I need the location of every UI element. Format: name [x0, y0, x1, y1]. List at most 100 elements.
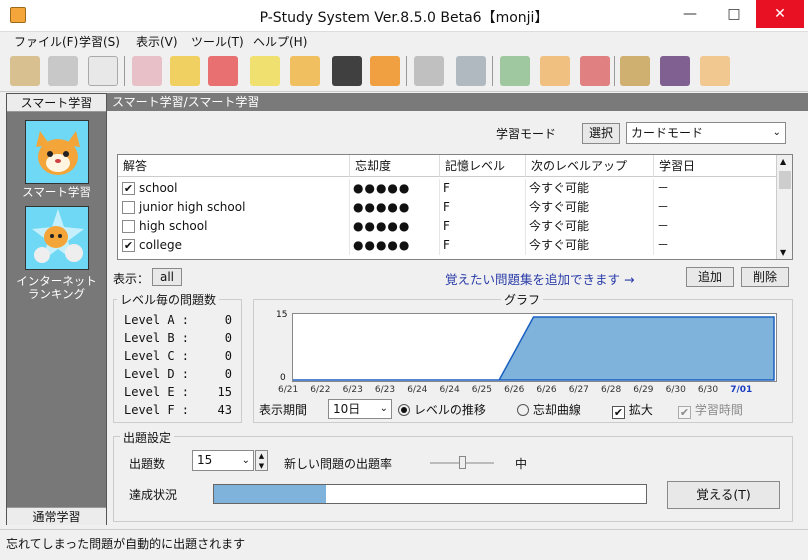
display-filter-button[interactable]: all [152, 268, 182, 286]
study-mode-value: カードモード [631, 126, 704, 140]
tool-a-icon[interactable] [10, 56, 40, 86]
column-header-level[interactable]: 記憶レベル [440, 155, 526, 177]
checkmark-icon: ✔ [123, 182, 134, 195]
study-mode-dropdown[interactable]: カードモード ⌄ [626, 122, 786, 144]
level-e-row: Level E :15 [124, 385, 232, 399]
level-a-row: Level A :0 [124, 313, 232, 327]
area-series [293, 316, 775, 381]
x-tick-label: 6/30 [665, 385, 686, 395]
minimize-button[interactable]: — [668, 0, 712, 28]
row-checkbox[interactable] [122, 201, 135, 214]
sidebar: スマート学習 スマート学習 インターネット ランキング 通常学習 [6, 93, 107, 525]
tool-g-icon[interactable] [250, 56, 280, 86]
progress-label: 達成状況 [129, 488, 178, 502]
checkmark-icon: ✔ [678, 406, 691, 419]
menu-file[interactable]: ファイル(F) [14, 33, 78, 50]
tool-m-icon[interactable] [500, 56, 530, 86]
column-header-answer[interactable]: 解答 [118, 155, 350, 177]
row-checkbox[interactable] [122, 220, 135, 233]
sidebar-item-smart-study[interactable]: スマート学習 [7, 185, 106, 199]
sidebar-header[interactable]: スマート学習 [7, 94, 106, 112]
column-header-next-level[interactable]: 次のレベルアップ [526, 155, 654, 177]
zoom-checkbox[interactable]: ✔ 拡大 [612, 401, 653, 419]
new-rate-value: 中 [515, 457, 528, 471]
tool-j-icon[interactable] [370, 56, 400, 86]
maximize-button[interactable]: □ [712, 0, 756, 28]
scroll-down-icon[interactable]: ▼ [780, 248, 786, 257]
question-count-dropdown[interactable]: 15 ⌄ [192, 450, 254, 471]
sidebar-item-ranking-line1[interactable]: インターネット [7, 274, 106, 288]
tool-f-icon[interactable] [208, 56, 238, 86]
table-row[interactable]: ✔ school ●●●●● F 今すぐ可能 － [118, 179, 778, 198]
checkmark-icon: ✔ [123, 239, 134, 252]
x-tick-label: 6/28 [601, 385, 622, 395]
table-row[interactable]: ✔ college ●●●●● F 今すぐ可能 － [118, 236, 778, 255]
remove-button[interactable]: 削除 [741, 267, 789, 287]
table-scrollbar[interactable]: ▲ ▼ [776, 155, 792, 259]
status-bar: 忘れてしまった問題が自動的に出題されます [0, 529, 808, 560]
close-button[interactable]: ✕ [756, 0, 804, 28]
scroll-up-icon[interactable]: ▲ [780, 157, 786, 166]
radio-forget-curve[interactable]: 忘却曲線 [517, 401, 581, 418]
tool-c-icon[interactable] [88, 56, 118, 86]
smart-study-mascot-icon[interactable] [25, 120, 89, 184]
column-header-forget[interactable]: 忘却度 [350, 155, 440, 177]
question-settings-group [113, 436, 793, 522]
forget-cell: ●●●●● [350, 198, 440, 217]
tool-r-icon[interactable] [700, 56, 730, 86]
menu-study[interactable]: 学習(S) [79, 33, 120, 50]
sidebar-footer-normal-study[interactable]: 通常学習 [7, 507, 106, 525]
tool-e-icon[interactable] [170, 56, 200, 86]
radio-empty-icon [517, 404, 529, 416]
table-row[interactable]: junior high school ●●●●● F 今すぐ可能 － [118, 198, 778, 217]
level-cell: F [440, 217, 526, 236]
toolbar-separator [406, 56, 407, 86]
date-cell: － [654, 217, 778, 236]
column-header-study-date[interactable]: 学習日 [654, 155, 778, 177]
menu-view[interactable]: 表示(V) [136, 33, 178, 50]
radio-level-trend[interactable]: レベルの推移 [398, 401, 486, 418]
scroll-thumb[interactable] [779, 171, 791, 189]
period-dropdown[interactable]: 10日 ⌄ [328, 399, 392, 419]
study-time-checkbox[interactable]: ✔ 学習時間 [678, 401, 743, 419]
menu-help[interactable]: ヘルプ(H) [253, 33, 307, 50]
tool-h-icon[interactable] [290, 56, 320, 86]
row-checkbox[interactable]: ✔ [122, 182, 135, 195]
menu-tools[interactable]: ツール(T) [191, 33, 244, 50]
internet-ranking-icon[interactable] [25, 206, 89, 270]
forget-cell: ●●●●● [350, 236, 440, 255]
toolbar-separator [492, 56, 493, 86]
forget-cell: ●●●●● [350, 179, 440, 198]
table-row[interactable]: high school ●●●●● F 今すぐ可能 － [118, 217, 778, 236]
remember-button[interactable]: 覚える(T) [667, 481, 780, 509]
answer-cell: school [136, 179, 350, 198]
answer-cell: junior high school [136, 198, 350, 217]
new-rate-slider-thumb[interactable] [459, 456, 466, 469]
question-count-value: 15 [197, 453, 213, 467]
mode-select-button[interactable]: 選択 [582, 123, 620, 144]
tool-b-icon[interactable] [48, 56, 78, 86]
date-cell: － [654, 198, 778, 217]
new-rate-label: 新しい問題の出題率 [284, 457, 393, 471]
status-text: 忘れてしまった問題が自動的に出題されます [6, 537, 246, 551]
sidebar-item-ranking-line2[interactable]: ランキング [7, 287, 106, 301]
tool-q-icon[interactable] [660, 56, 690, 86]
y-tick-max: 15 [276, 310, 288, 320]
add-button[interactable]: 追加 [686, 267, 734, 287]
tool-p-icon[interactable] [620, 56, 650, 86]
tool-n-icon[interactable] [540, 56, 570, 86]
level-count-title: レベル毎の問題数 [117, 291, 220, 308]
tool-d-icon[interactable] [132, 56, 162, 86]
level-d-row: Level D :0 [124, 367, 232, 381]
x-tick-label: 6/29 [633, 385, 654, 395]
count-spinner[interactable]: ▲ ▼ [255, 450, 268, 471]
checkmark-icon: ✔ [612, 406, 625, 419]
row-checkbox[interactable]: ✔ [122, 239, 135, 252]
tool-o-icon[interactable] [580, 56, 610, 86]
progress-bar [213, 484, 647, 504]
tool-i-icon[interactable] [332, 56, 362, 86]
question-count-label: 出題数 [129, 457, 166, 471]
tool-l-icon[interactable] [456, 56, 486, 86]
tool-k-icon[interactable] [414, 56, 444, 86]
add-set-hint-link[interactable]: 覚えたい問題集を追加できます → [445, 269, 634, 288]
